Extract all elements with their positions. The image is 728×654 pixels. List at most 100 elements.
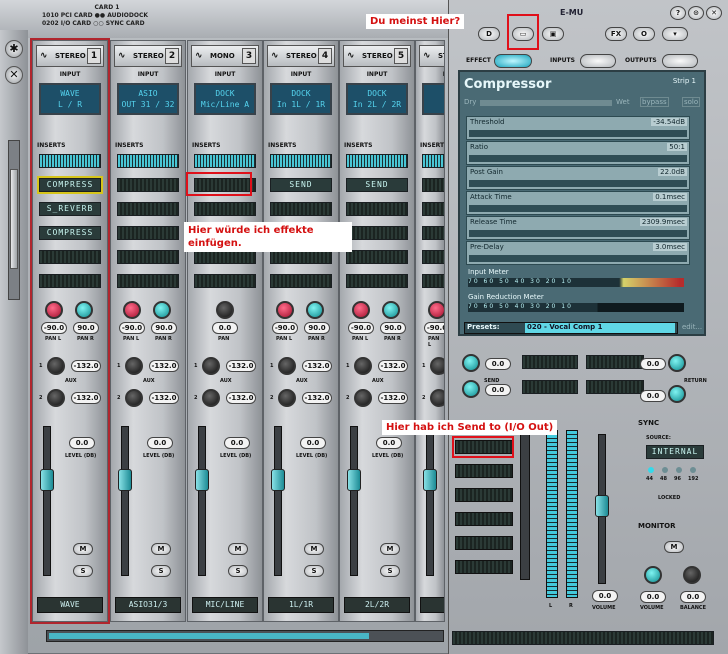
send-slot-1[interactable] [522,355,578,369]
param-slider[interactable] [469,230,687,237]
insert-slot[interactable] [117,250,179,264]
io-send-slot[interactable] [455,488,513,502]
input-display[interactable]: DOCK In 2L / 2R [346,83,408,115]
param-slider[interactable] [469,155,687,162]
pan-l-knob[interactable] [45,301,63,319]
aux1-value[interactable]: -132.0 [378,360,408,372]
return1-knob[interactable] [668,354,686,372]
solo-button[interactable]: S [304,565,324,577]
fader-cap[interactable] [423,469,437,491]
aux2-knob[interactable] [278,389,296,407]
d-button[interactable]: D [478,27,500,41]
mute-button[interactable]: M [304,543,324,555]
aux1-knob[interactable] [354,357,372,375]
level-value[interactable]: 0.0 [224,437,250,449]
channel-name[interactable]: WAVE [37,597,103,613]
level-value[interactable]: 0.0 [147,437,173,449]
o-button[interactable]: O [633,27,655,41]
effect-tab[interactable] [494,54,532,68]
insert-slot[interactable] [117,226,179,240]
fader-cap[interactable] [195,469,209,491]
strip-header[interactable]: ∿ STEREO 5 [343,45,411,67]
pan-l-value[interactable]: -90.0 [119,322,145,334]
channel-name[interactable]: MIC/LINE [192,597,258,613]
io-send-slot[interactable] [455,536,513,550]
param-value[interactable]: 50:1 [667,143,687,151]
insert-slot[interactable] [270,202,332,216]
send-slot-3[interactable] [522,380,578,394]
pan-r-value[interactable]: 90.0 [304,322,330,334]
aux1-value[interactable]: -132.0 [149,360,179,372]
send2-knob[interactable] [462,380,480,398]
input-display[interactable]: ASIO OUT 31 / 32 [117,83,179,115]
insert-slot[interactable] [194,250,256,264]
scroll-thumb-h[interactable] [49,633,369,639]
output-volume-fader[interactable] [595,434,609,584]
help-button[interactable]: ? [670,6,686,20]
sync-rate-led[interactable] [662,467,668,473]
solo-button[interactable]: S [380,565,400,577]
inputs-tab[interactable] [580,54,616,68]
aux1-knob[interactable] [278,357,296,375]
insert-slot[interactable] [194,202,256,216]
insert-slot[interactable] [117,202,179,216]
channel-name[interactable]: ADA [420,597,444,613]
solo-button[interactable]: solo [682,97,701,107]
insert-slot[interactable] [270,250,332,264]
strip-header[interactable]: ∿ MONO 3 [191,45,259,67]
aux1-knob[interactable] [430,357,444,375]
strip-header[interactable]: ∿ STEREO 2 [114,45,182,67]
vertical-scrollbar[interactable] [8,140,20,300]
send-slot-4[interactable] [586,380,644,394]
input-display[interactable]: WAVE L / R [39,83,101,115]
level-fader[interactable] [423,426,437,576]
close-button[interactable]: ✕ [706,6,722,20]
fx-button[interactable]: FX [605,27,627,41]
insert-slot[interactable] [422,274,444,288]
sync-rate-led[interactable] [690,467,696,473]
aux1-value[interactable]: -132.0 [226,360,256,372]
param-value[interactable]: -34.54dB [651,118,687,126]
channel-name[interactable]: ASIO31/3 [115,597,181,613]
fader-cap[interactable] [271,469,285,491]
pan-r-value[interactable]: 90.0 [151,322,177,334]
return1-value[interactable]: 0.0 [640,358,666,370]
send2-value[interactable]: 0.0 [485,384,511,396]
bypass-button[interactable]: bypass [640,97,669,107]
io-send-slot[interactable] [455,560,513,574]
return2-knob[interactable] [668,385,686,403]
channel-name[interactable]: 1L/1R [268,597,334,613]
pan-r-knob[interactable] [75,301,93,319]
param-attack-time[interactable]: Attack Time 0.1msec [466,191,690,215]
param-threshold[interactable]: Threshold -34.54dB [466,116,690,140]
insert-slot[interactable] [346,226,408,240]
preset-select[interactable]: 020 - Vocal Comp 1 [525,323,675,333]
mute-button[interactable]: M [380,543,400,555]
sync-source-display[interactable]: INTERNAL [646,445,704,459]
strip-header[interactable]: ∿STEREO6 [419,45,444,67]
aux2-knob[interactable] [125,389,143,407]
monitor-mute-button[interactable]: M [664,541,684,553]
param-value[interactable]: 2309.9msec [639,218,687,226]
insert-slot[interactable] [346,274,408,288]
param-slider[interactable] [469,255,687,262]
io-send-slot[interactable] [455,512,513,526]
pan-l-value[interactable]: -90.0 [424,322,444,334]
insert-slot[interactable]: COMPRESS [39,226,101,240]
solo-button[interactable]: S [73,565,93,577]
sync-rate-led[interactable] [676,467,682,473]
input-display[interactable]: DOCK In 1L / 1R [270,83,332,115]
param-pre-delay[interactable]: Pre-Delay 3.0msec [466,241,690,265]
monitor-balance-knob[interactable] [683,566,701,584]
aux1-knob[interactable] [47,357,65,375]
level-value[interactable]: 0.0 [376,437,402,449]
aux2-knob[interactable] [47,389,65,407]
fader-cap[interactable] [40,469,54,491]
level-fader[interactable] [347,426,361,576]
insert-slot[interactable] [346,202,408,216]
pan-l-knob[interactable] [276,301,294,319]
pan-r-value[interactable]: 90.0 [380,322,406,334]
monitor-volume-value[interactable]: 0.0 [640,591,666,603]
input-display[interactable]: POADA [422,83,444,115]
mute-button[interactable]: M [151,543,171,555]
